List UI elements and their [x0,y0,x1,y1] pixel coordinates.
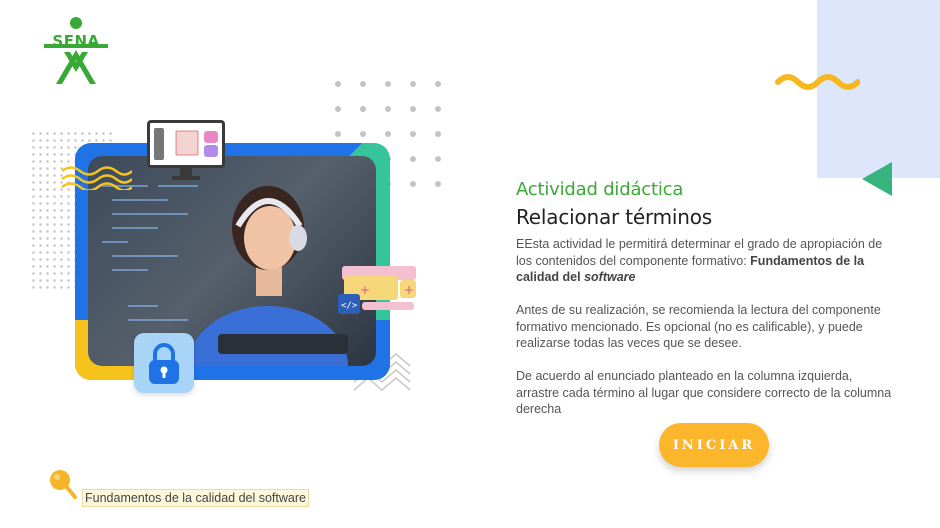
course-footer-label: Fundamentos de la calidad del software [82,489,309,507]
logo-text: SENA [52,32,100,50]
sena-logo-icon [44,17,108,84]
activity-title: Relacionar términos [516,205,713,229]
start-button[interactable]: INICIAR [659,423,769,467]
activity-kicker: Actividad didáctica [516,179,684,200]
svg-text:+: + [404,283,414,297]
code-icon: + + </> [338,266,416,314]
lock-tile [134,333,194,393]
monitor-base [172,176,200,180]
squiggle-decoration-left [61,166,132,190]
svg-text:</>: </> [341,301,358,311]
sena-logo: SENA [40,16,112,86]
description-paragraph-1: EEsta actividad le permitirá determinar … [516,236,896,286]
svg-text:+: + [360,283,370,297]
monitor-icon [147,120,225,168]
pushpin-icon [50,470,77,499]
instructions-paragraph: De acuerdo al enunciado planteado en la … [516,369,892,416]
lock-icon [149,343,179,384]
course-name-italic: software [584,270,636,284]
description-paragraph-2: Antes de su realización, se recomienda l… [516,303,881,350]
squiggle-decoration [775,74,860,90]
triangle-decoration [862,162,892,196]
